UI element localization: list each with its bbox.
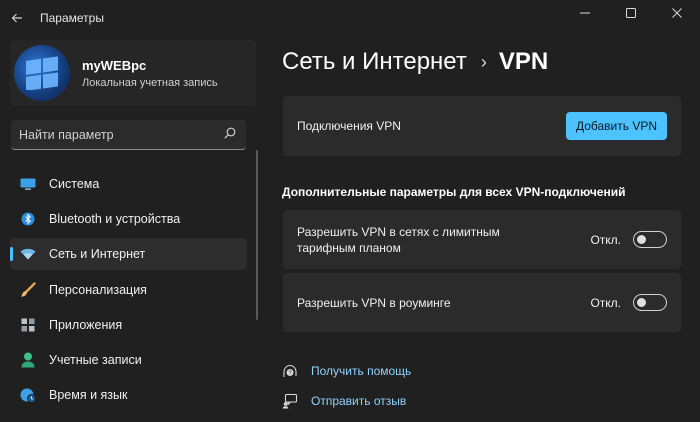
metered-network-toggle[interactable] [633, 231, 667, 248]
search-icon[interactable] [224, 127, 236, 142]
vpn-connections-card: Подключения VPN Добавить VPN [283, 96, 681, 156]
profile-name: myWEBpc [82, 57, 147, 73]
sidebar-item-accounts[interactable]: Учетные записи [10, 344, 247, 376]
sidebar-item-apps[interactable]: Приложения [10, 309, 247, 341]
roaming-toggle-wrap: Откл. [590, 294, 667, 311]
roaming-setting: Разрешить VPN в роуминге Откл. [283, 273, 681, 332]
account-type: Локальная учетная запись [82, 76, 218, 89]
sidebar-item-personalization[interactable]: Персонализация [10, 274, 247, 306]
sidebar-item-system[interactable]: Система [10, 168, 247, 200]
toggle-state-label: Откл. [590, 232, 621, 247]
sidebar-item-label: Сеть и Интернет [49, 247, 146, 262]
search-box [11, 120, 246, 150]
get-help-link[interactable]: ? Получить помощь [282, 363, 411, 379]
chevron-right-icon: › [480, 51, 487, 72]
search-input[interactable] [19, 127, 209, 142]
vpn-connections-label: Подключения VPN [297, 119, 401, 133]
avatar [14, 45, 70, 101]
app-title: Параметры [40, 11, 104, 25]
roaming-label: Разрешить VPN в роуминге [297, 295, 451, 310]
toggle-state-label: Откл. [590, 295, 621, 310]
add-vpn-button[interactable]: Добавить VPN [565, 112, 667, 140]
metered-network-toggle-wrap: Откл. [590, 231, 667, 248]
roaming-toggle[interactable] [633, 294, 667, 311]
close-button[interactable] [654, 0, 700, 26]
windows-logo-icon [26, 56, 58, 90]
apps-icon [20, 317, 36, 333]
page-title: VPN [498, 48, 549, 75]
sidebar-item-label: Персонализация [49, 282, 147, 297]
bluetooth-icon [20, 211, 36, 227]
svg-text:?: ? [288, 371, 291, 377]
sidebar-item-bluetooth[interactable]: Bluetooth и устройства [10, 203, 247, 235]
maximize-button[interactable] [608, 0, 654, 26]
profile-text: myWEBpc Локальная учетная запись [82, 58, 218, 89]
window-controls [562, 0, 700, 26]
breadcrumb-parent[interactable]: Сеть и Интернет [282, 48, 467, 76]
sidebar-item-network[interactable]: Сеть и Интернет [10, 238, 247, 271]
sidebar-item-label: Приложения [49, 317, 123, 332]
monitor-icon [20, 176, 36, 192]
title-bar: Параметры [0, 0, 700, 36]
maximize-icon [626, 8, 636, 18]
sidebar-item-label: Учетные записи [49, 352, 142, 367]
globe-clock-icon [20, 387, 36, 404]
feedback-icon [282, 393, 298, 409]
get-help-label: Получить помощь [311, 364, 412, 378]
sidebar-scrollbar[interactable] [256, 150, 258, 320]
metered-network-label-line1: Разрешить VPN в сетях с лимитным [297, 224, 500, 239]
close-icon [672, 8, 682, 18]
sidebar-item-label: Время и язык [49, 388, 128, 403]
help-icon: ? [282, 363, 298, 379]
metered-network-label-line2: тарифным планом [297, 240, 401, 255]
sidebar-item-time-language[interactable]: Время и язык [10, 379, 247, 411]
send-feedback-label: Отправить отзыв [311, 394, 407, 408]
back-button[interactable] [0, 1, 34, 35]
metered-network-label: Разрешить VPN в сетях с лимитным тарифны… [297, 224, 500, 256]
minimize-button[interactable] [562, 0, 608, 26]
sidebar-nav: Система Bluetooth и устройства Сеть и Ин… [10, 168, 247, 414]
brush-icon [20, 281, 36, 298]
person-icon [20, 352, 36, 368]
section-title: Дополнительные параметры для всех VPN-по… [282, 185, 626, 199]
sidebar-item-label: Система [49, 177, 100, 191]
arrow-left-icon [11, 13, 22, 23]
wifi-icon [20, 246, 36, 262]
metered-network-setting: Разрешить VPN в сетях с лимитным тарифны… [283, 210, 681, 269]
sidebar-item-label: Bluetooth и устройства [49, 212, 181, 227]
breadcrumb: Сеть и Интернет › VPN [282, 48, 548, 76]
user-profile[interactable]: myWEBpc Локальная учетная запись [10, 40, 256, 106]
minimize-icon [580, 12, 590, 14]
send-feedback-link[interactable]: Отправить отзыв [282, 393, 406, 409]
